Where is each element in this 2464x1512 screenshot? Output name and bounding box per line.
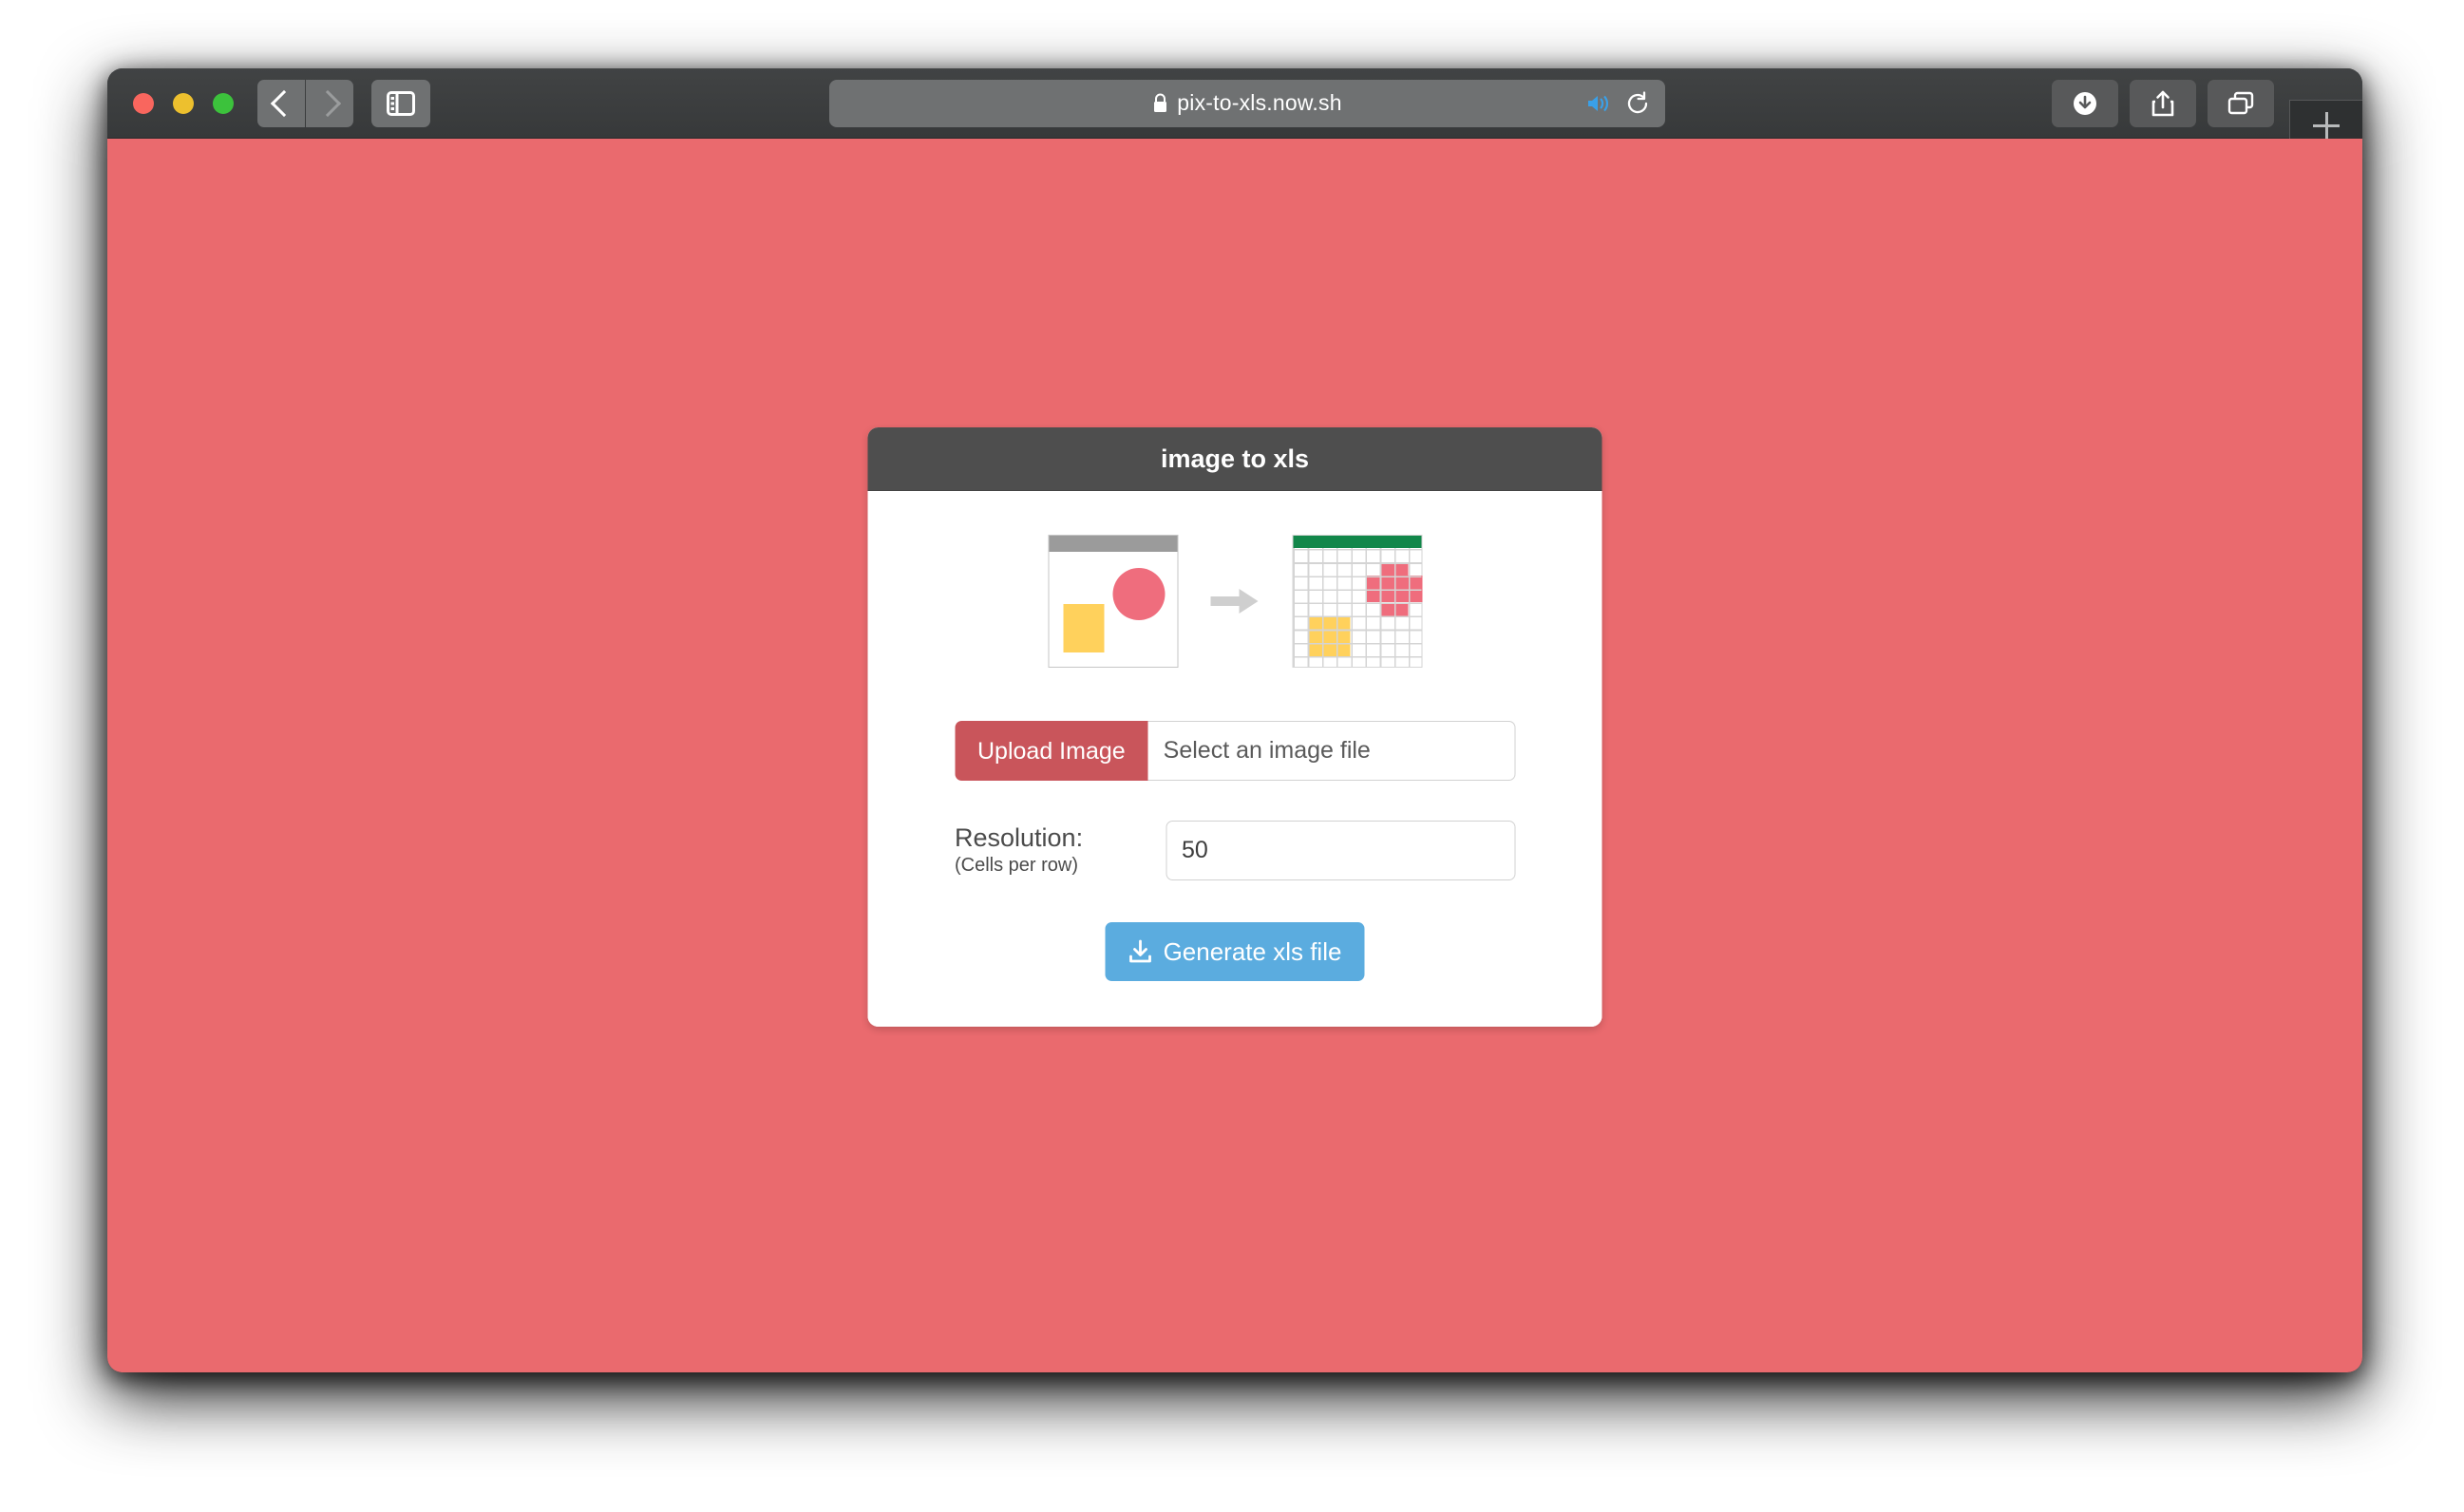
generate-button-label: Generate xls file <box>1163 936 1342 966</box>
grid-header-band <box>1293 536 1421 548</box>
address-bar[interactable]: pix-to-xls.now.sh <box>829 79 1665 127</box>
zoom-button[interactable] <box>213 92 234 114</box>
conversion-illustration <box>1048 535 1423 668</box>
card-header: image to xls <box>867 427 1602 491</box>
download-icon <box>1129 939 1151 963</box>
close-button[interactable] <box>133 92 154 114</box>
generate-xls-button[interactable]: Generate xls file <box>1105 922 1365 981</box>
tab-overview-button[interactable] <box>2208 79 2274 127</box>
source-window-titlebar <box>1049 536 1177 552</box>
app-card: image to xls Upload Image Select an imag… <box>867 427 1602 1027</box>
share-icon <box>2151 90 2174 116</box>
share-button[interactable] <box>2130 79 2196 127</box>
web-page-viewport: image to xls Upload Image Select an imag… <box>107 139 2362 1372</box>
source-image-preview <box>1048 535 1178 668</box>
address-bar-icons <box>1584 90 1650 116</box>
minimize-button[interactable] <box>173 92 194 114</box>
upload-row: Upload Image Select an image file <box>955 721 1515 781</box>
downloads-button[interactable] <box>2052 79 2118 127</box>
window-traffic-lights <box>133 92 234 114</box>
grid-lines <box>1293 536 1421 667</box>
card-body: Upload Image Select an image file Resolu… <box>867 491 1602 1027</box>
address-bar-content: pix-to-xls.now.sh <box>1152 90 1342 116</box>
selected-file-field[interactable]: Select an image file <box>1147 721 1515 781</box>
plus-icon <box>2313 112 2340 139</box>
lock-icon <box>1154 93 1167 112</box>
chevron-right-icon <box>313 89 341 117</box>
url-text: pix-to-xls.now.sh <box>1177 90 1342 115</box>
conversion-arrow-icon <box>1210 589 1258 614</box>
tab-overview-icon <box>2227 91 2254 114</box>
resolution-row: Resolution: (Cells per row) 50 <box>955 821 1515 880</box>
desktop-background: pix-to-xls.now.sh image to xls Upload Im… <box>0 0 2464 1512</box>
downloads-icon <box>2074 91 2096 115</box>
sidebar-toggle-icon <box>387 90 415 116</box>
upload-image-button[interactable]: Upload Image <box>955 721 1148 781</box>
resolution-sublabel: (Cells per row) <box>955 854 1079 876</box>
browser-toolbar: pix-to-xls.now.sh <box>107 68 2362 150</box>
chevron-left-icon <box>270 89 297 117</box>
resolution-label: Resolution: <box>955 823 1084 853</box>
safari-browser-window: pix-to-xls.now.sh image to xls Upload Im… <box>107 68 2362 1372</box>
page-title: image to xls <box>1160 444 1310 473</box>
resolution-input[interactable]: 50 <box>1166 821 1515 880</box>
resolution-label-group: Resolution: (Cells per row) <box>955 823 1166 877</box>
sidebar-toggle-button[interactable] <box>371 79 430 127</box>
source-square-shape <box>1063 604 1104 652</box>
spreadsheet-grid-preview <box>1292 535 1423 668</box>
back-button[interactable] <box>257 79 305 127</box>
toolbar-right-buttons <box>2052 79 2274 127</box>
source-circle-shape <box>1112 568 1165 620</box>
speaker-icon[interactable] <box>1584 91 1613 116</box>
reload-icon[interactable] <box>1625 90 1650 116</box>
forward-button[interactable] <box>306 79 353 127</box>
